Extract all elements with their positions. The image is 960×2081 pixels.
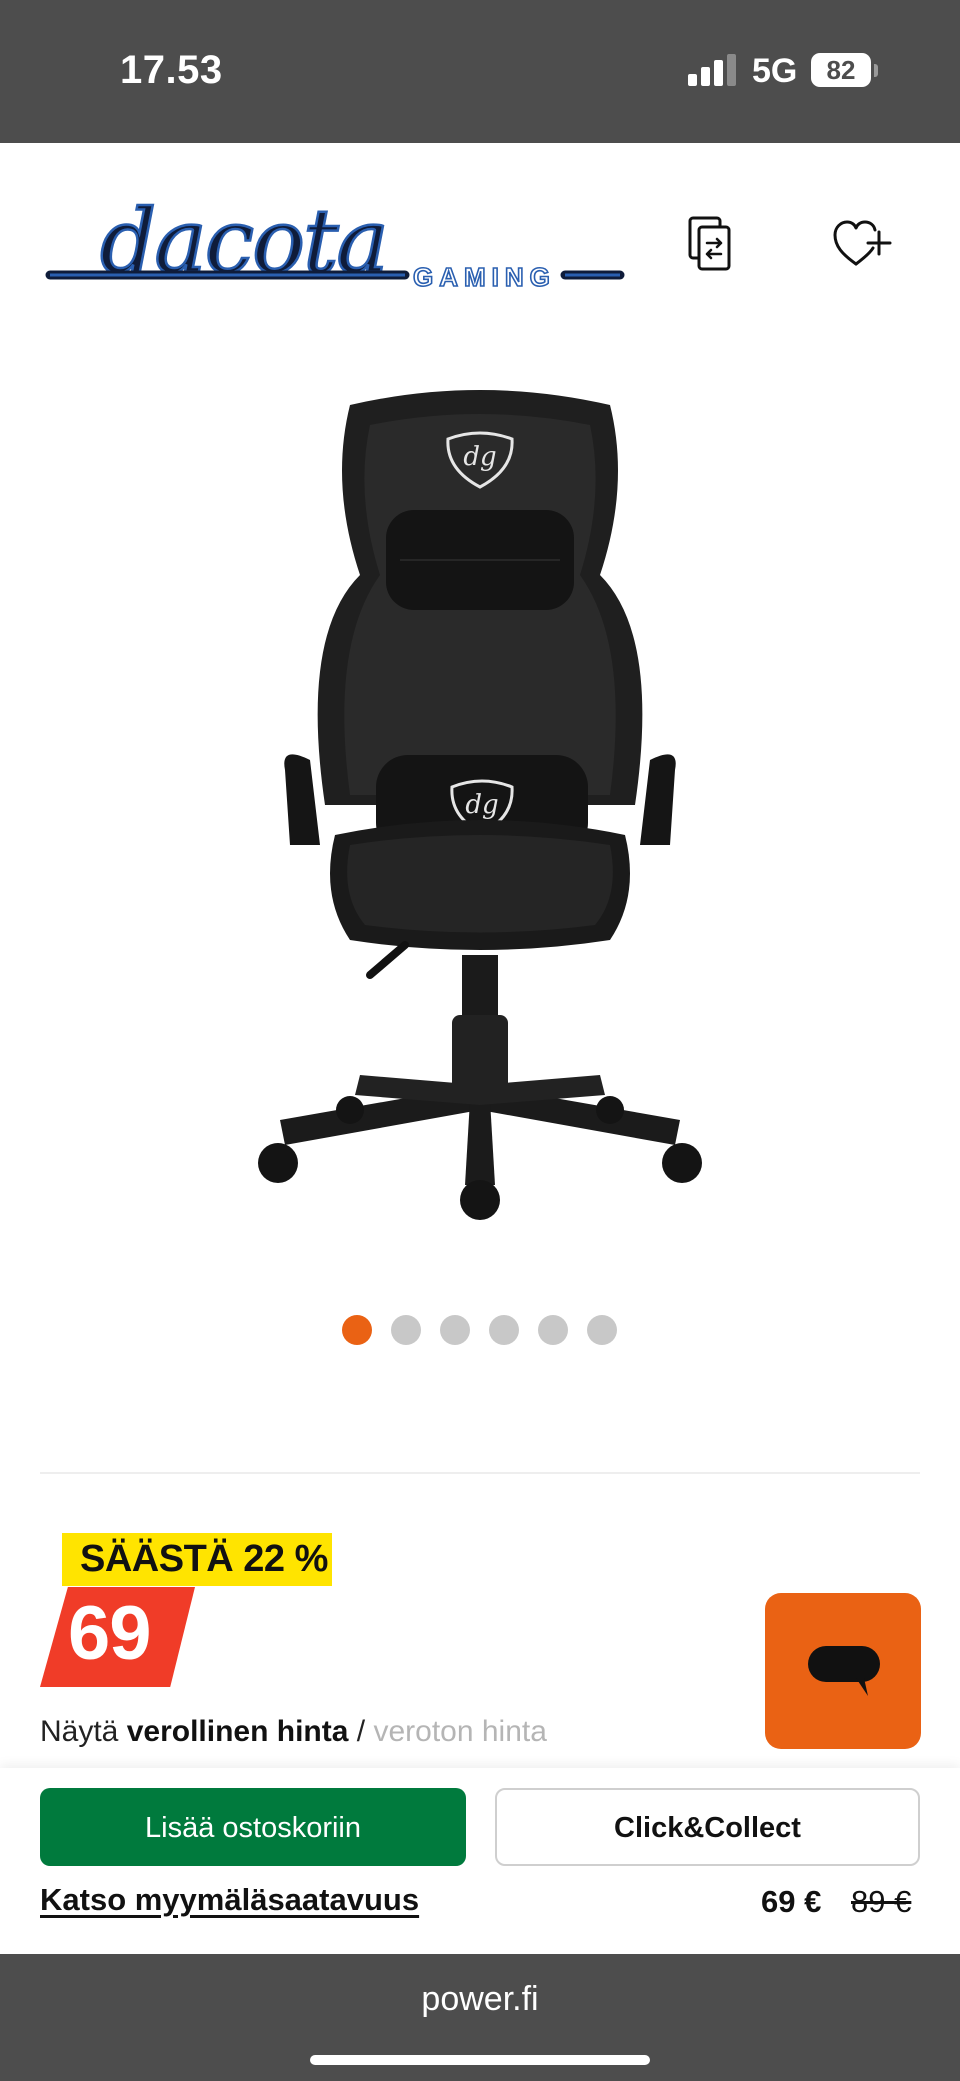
svg-text:GAMING: GAMING (413, 262, 556, 290)
chat-button[interactable] (765, 1593, 921, 1749)
battery-icon: 82 (811, 53, 871, 87)
carousel-dot-4[interactable] (489, 1315, 519, 1345)
click-collect-button[interactable]: Click&Collect (495, 1788, 920, 1866)
heart-plus-icon[interactable] (832, 218, 892, 270)
carousel-dot-1[interactable] (342, 1315, 372, 1345)
battery-tip (874, 64, 878, 77)
brand-logo[interactable]: dacota GAMING (45, 190, 625, 290)
compare-icon[interactable] (686, 214, 742, 278)
store-availability-link[interactable]: Katso myymäläsaatavuus (40, 1882, 419, 1918)
carousel-dot-2[interactable] (391, 1315, 421, 1345)
price-badge-value: 69 (68, 1591, 152, 1676)
divider (40, 1472, 920, 1474)
product-image[interactable]: dg dg (240, 385, 720, 1225)
browser-bar: power.fi (0, 1954, 960, 2081)
svg-text:dg: dg (465, 790, 498, 820)
tax-incl-option[interactable]: verollinen hinta (127, 1715, 349, 1748)
carousel-indicator (342, 1315, 617, 1345)
current-price: 69 € (761, 1884, 822, 1919)
chat-bubble-icon (808, 1646, 880, 1696)
add-to-cart-button[interactable]: Lisää ostoskoriin (40, 1788, 466, 1866)
url-label[interactable]: power.fi (0, 1980, 960, 2019)
save-badge: SÄÄSTÄ 22 % (62, 1533, 332, 1586)
original-price: 89 € (851, 1884, 912, 1919)
home-indicator[interactable] (310, 2055, 650, 2065)
action-panel: Lisää ostoskoriin Click&Collect Katso my… (0, 1768, 960, 1954)
tax-separator: / (356, 1715, 366, 1748)
status-time: 17.53 (120, 48, 223, 92)
carousel-dot-3[interactable] (440, 1315, 470, 1345)
tax-toggle: Näytä verollinen hinta / veroton hinta (40, 1715, 547, 1749)
tax-toggle-prefix: Näytä (40, 1715, 119, 1748)
carousel-dot-6[interactable] (587, 1315, 617, 1345)
network-label: 5G (752, 52, 798, 90)
tax-excl-option[interactable]: veroton hinta (373, 1715, 546, 1748)
status-bar: 17.53 5G 82 (0, 0, 960, 143)
carousel-dot-5[interactable] (538, 1315, 568, 1345)
signal-icon (688, 54, 736, 86)
svg-text:dg: dg (463, 442, 496, 472)
